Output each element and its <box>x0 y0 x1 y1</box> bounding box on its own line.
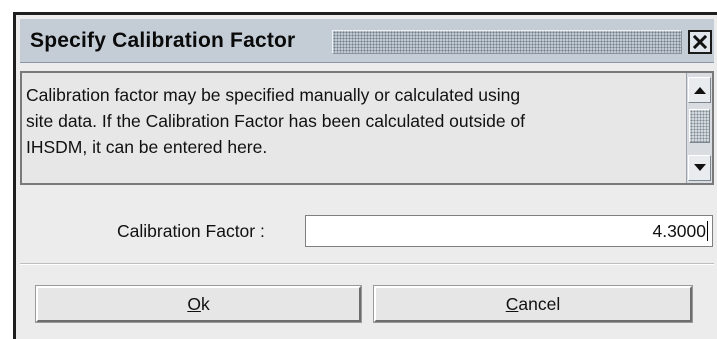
message-line: IHSDM, it can be entered here. <box>26 137 268 157</box>
separator <box>20 263 714 265</box>
ok-mnemonic: O <box>187 293 201 314</box>
scroll-down-button[interactable] <box>688 155 711 181</box>
vertical-scrollbar[interactable] <box>686 73 712 183</box>
text-caret <box>707 221 708 241</box>
message-line: site data. If the Calibration Factor has… <box>26 111 526 131</box>
ok-button[interactable]: Ok <box>36 286 361 322</box>
ok-label-rest: k <box>200 293 210 314</box>
message-text: Calibration factor may be specified manu… <box>26 82 676 160</box>
message-area[interactable]: Calibration factor may be specified manu… <box>20 71 714 185</box>
parent-window-edge <box>0 0 717 12</box>
dialog-title: Specify Calibration Factor <box>30 29 296 52</box>
calibration-dialog: Specify Calibration Factor Calibration f… <box>13 12 717 339</box>
close-button[interactable] <box>688 30 712 54</box>
close-icon <box>693 35 707 49</box>
arrow-down-icon <box>693 164 706 171</box>
scroll-up-button[interactable] <box>688 77 711 103</box>
arrow-up-icon <box>693 87 706 94</box>
title-bar[interactable]: Specify Calibration Factor <box>20 19 714 63</box>
message-line: Calibration factor may be specified manu… <box>26 85 521 105</box>
screen: Specify Calibration Factor Calibration f… <box>0 0 717 339</box>
calibration-factor-input[interactable]: 4.3000 <box>305 215 713 247</box>
calibration-factor-label: Calibration Factor : <box>117 221 265 241</box>
cancel-button[interactable]: Cancel <box>374 286 692 322</box>
cancel-label-rest: ancel <box>518 293 561 314</box>
cancel-mnemonic: C <box>505 293 519 314</box>
title-bar-grip[interactable] <box>332 30 682 54</box>
scroll-thumb[interactable] <box>689 109 710 143</box>
calibration-factor-value: 4.3000 <box>652 220 706 241</box>
